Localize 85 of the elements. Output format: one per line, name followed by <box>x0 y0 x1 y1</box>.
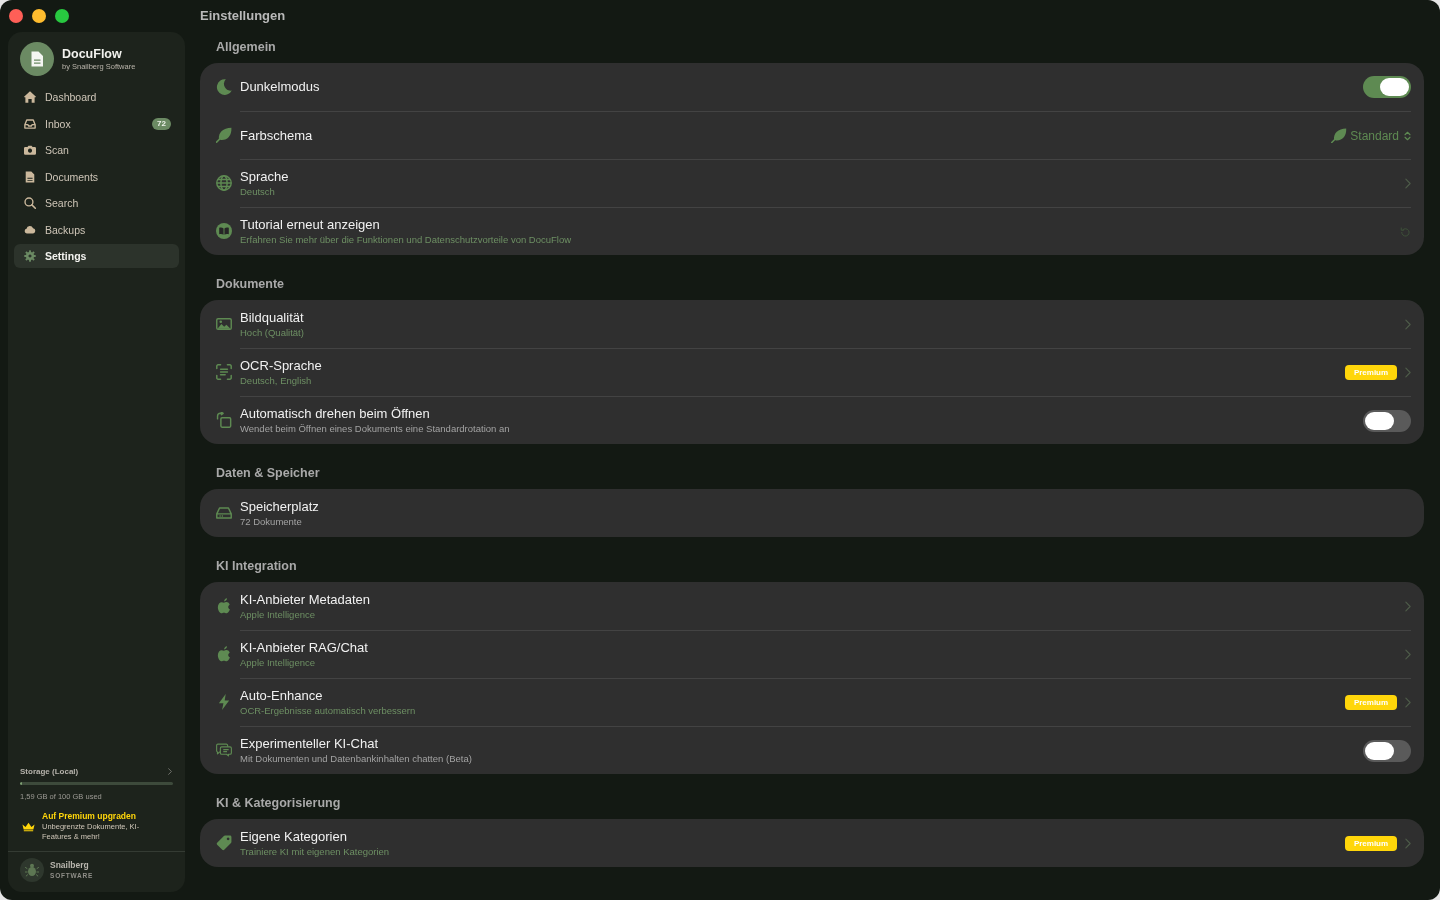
vendor-name: Snailberg <box>50 860 90 871</box>
setting-subtitle: Mit Dokumenten und Datenbankinhalten chatten (Beta) <box>240 753 473 765</box>
chevron-right-icon <box>168 767 172 775</box>
setting-title: KI-Anbieter RAG/Chat <box>240 640 369 656</box>
setting-title: Farbschema <box>240 127 314 144</box>
globe-icon <box>216 175 232 191</box>
tag-icon <box>216 835 232 851</box>
bug-icon <box>20 858 44 882</box>
setting-title: Automatisch drehen beim Öffnen <box>240 406 431 422</box>
nav-item[interactable]: Dashboard <box>14 85 179 109</box>
app-name: DocuFlow <box>62 46 123 62</box>
chevron-right-icon[interactable] <box>1405 697 1411 708</box>
crown-icon <box>22 821 35 832</box>
premium-badge: Premium <box>1345 695 1397 710</box>
image-icon <box>216 316 232 332</box>
moon-icon <box>216 79 232 95</box>
setting-subtitle: Deutsch, English <box>240 375 313 387</box>
setting-title: OCR-Sprache <box>240 358 323 374</box>
count-badge: 72 <box>152 117 171 130</box>
setting-title: Dunkelmodus <box>240 79 321 95</box>
window-close-button[interactable] <box>9 9 23 23</box>
setting-title: Bildqualität <box>240 309 305 326</box>
rotate-icon <box>216 412 232 428</box>
storage-button[interactable]: Storage (Local) <box>20 765 173 777</box>
chevron-right-icon[interactable] <box>1405 600 1411 612</box>
leaf-icon <box>1331 128 1348 143</box>
up-down-chevron-icon <box>1404 130 1411 141</box>
tray-icon <box>24 117 36 130</box>
cloud-icon <box>24 223 36 236</box>
setting-title: Experimenteller KI-Chat <box>240 736 379 752</box>
setting-subtitle: OCR-Ergebnisse automatisch verbessern <box>240 705 417 717</box>
section-header: Daten & Speicher <box>215 465 321 482</box>
chevron-right-icon[interactable] <box>1405 318 1411 330</box>
nav-item[interactable]: Documents <box>14 164 179 189</box>
setting-subtitle: Hoch (Qualität) <box>240 326 305 339</box>
text-scan-icon <box>216 364 232 380</box>
upgrade-title[interactable]: Auf Premium upgraden <box>42 811 164 822</box>
window-minimize-button[interactable] <box>32 9 46 23</box>
house-icon <box>24 91 36 103</box>
premium-badge: Premium <box>1345 365 1397 380</box>
nav-item[interactable]: Backups <box>14 217 179 242</box>
gear-icon <box>24 250 36 262</box>
setting-title: Auto-Enhance <box>240 688 324 704</box>
camera-icon <box>24 144 36 156</box>
document-logo-icon <box>20 42 54 76</box>
toggle-switch[interactable] <box>1363 739 1411 762</box>
setting-subtitle: Apple Intelligence <box>240 657 316 669</box>
chevron-right-icon[interactable] <box>1405 649 1411 660</box>
lightning-icon <box>216 694 232 710</box>
reset-arrow-icon[interactable] <box>1400 226 1410 237</box>
section-header: KI Integration <box>215 558 298 575</box>
setting-subtitle: Apple Intelligence <box>240 608 316 621</box>
setting-title: Eigene Kategorien <box>240 828 348 845</box>
nav-item[interactable]: Search <box>14 191 179 215</box>
toggle-switch[interactable] <box>1363 409 1411 432</box>
search-icon <box>24 197 36 209</box>
setting-title: Tutorial erneut anzeigen <box>240 217 381 233</box>
setting-subtitle: Erfahren Sie mehr über die Funktionen und Datenschutzvorteile von DocuFlow <box>240 234 573 246</box>
window-zoom-button[interactable] <box>55 9 69 23</box>
setting-title: KI-Anbieter Metadaten <box>240 591 372 608</box>
setting-subtitle: Wendet beim Öffnen eines Dokuments eine Standardrotation an <box>240 423 511 435</box>
apple-icon <box>216 598 232 614</box>
chevron-right-icon[interactable] <box>1405 367 1411 378</box>
nav-item[interactable]: Inbox 72 <box>14 111 179 136</box>
chat-bubbles-icon <box>216 742 232 758</box>
chevron-right-icon[interactable] <box>1405 837 1411 849</box>
window-title: Einstellungen <box>200 7 287 25</box>
premium-badge: Premium <box>1345 835 1397 851</box>
setting-subtitle: Deutsch <box>240 186 276 198</box>
nav-item[interactable]: Scan <box>14 138 179 162</box>
apple-icon <box>216 646 232 662</box>
leaf-icon <box>216 127 232 143</box>
drive-icon <box>216 505 232 521</box>
open-book-icon <box>216 223 232 239</box>
setting-subtitle: 72 Dokumente <box>240 515 303 528</box>
nav-item[interactable]: Settings <box>14 244 179 268</box>
setting-title: Sprache <box>240 169 290 185</box>
setting-title: Speicherplatz <box>240 498 320 515</box>
section-header: Allgemein <box>215 39 277 56</box>
section-header: KI & Kategorisierung <box>215 795 342 812</box>
document-icon <box>24 170 36 183</box>
setting-subtitle: Trainiere KI mit eigenen Kategorien <box>240 845 391 858</box>
chevron-right-icon[interactable] <box>1405 178 1411 189</box>
section-header: Dokumente <box>215 276 286 293</box>
toggle-switch[interactable] <box>1363 76 1411 98</box>
